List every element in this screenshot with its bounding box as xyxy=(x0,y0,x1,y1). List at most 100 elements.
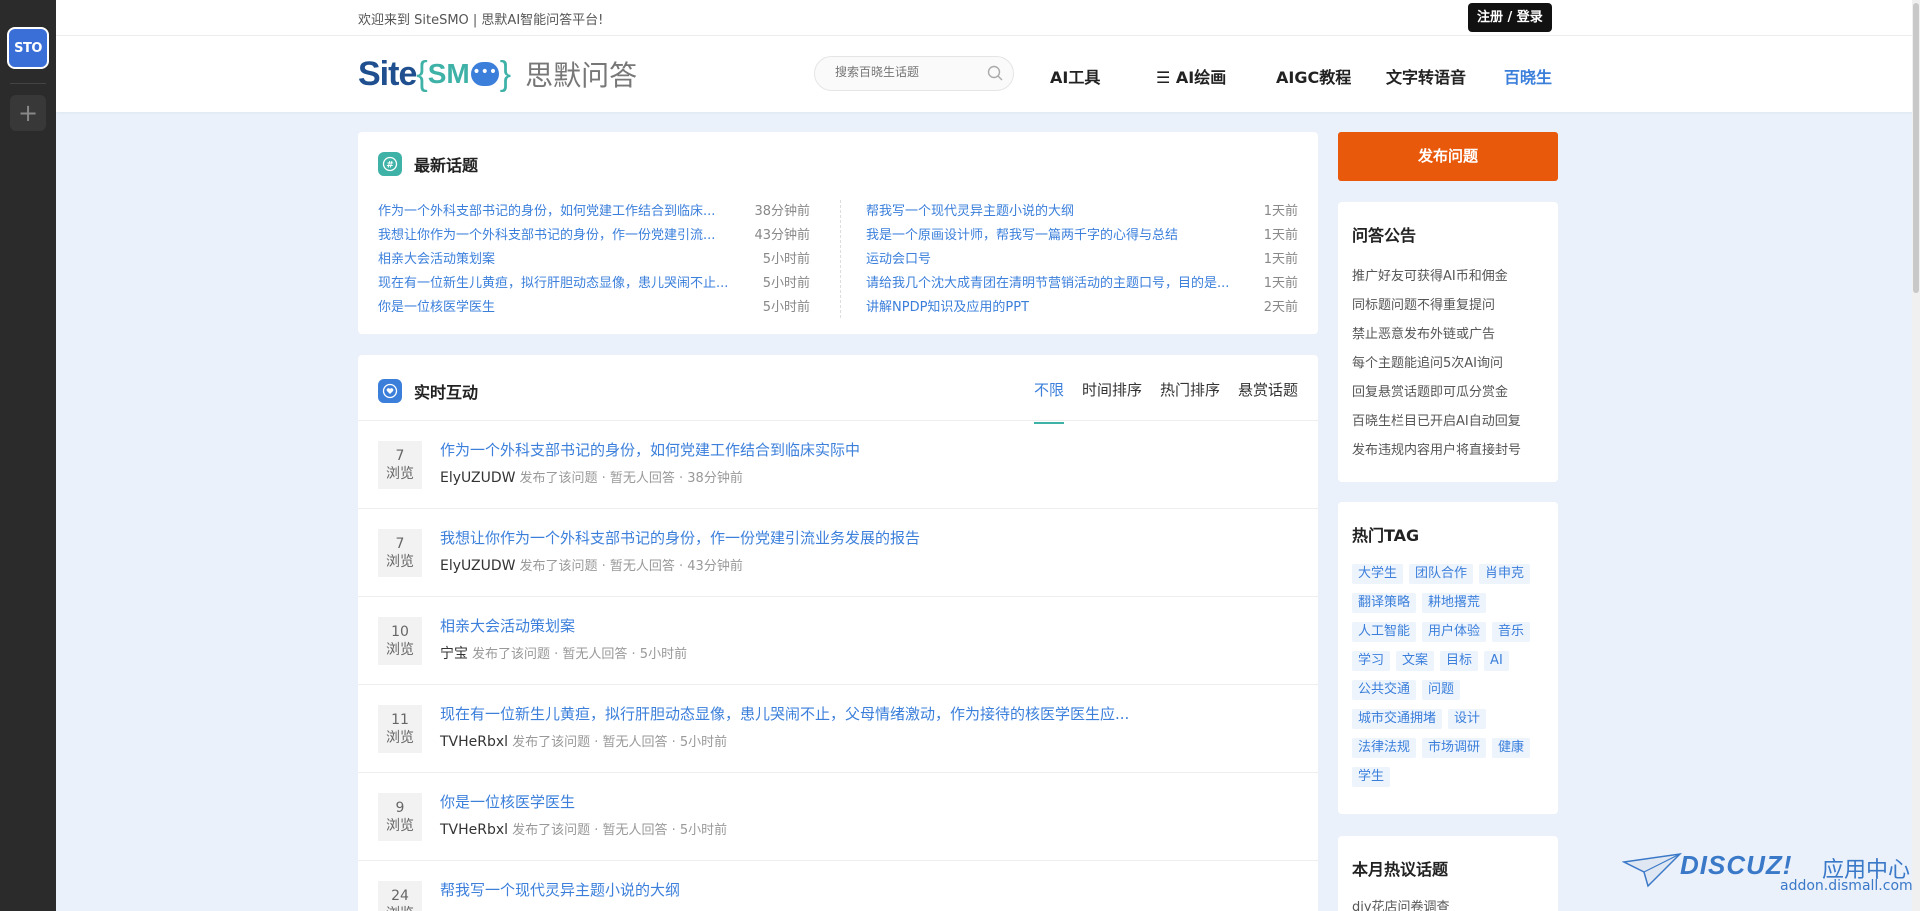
top-bar: 欢迎来到 SiteSMO | 思默AI智能问答平台! 注册 / 登录 xyxy=(56,0,1920,36)
notice-item[interactable]: 回复悬赏话题即可瓜分赏金 xyxy=(1352,378,1521,407)
tag-item[interactable]: 学习 xyxy=(1352,651,1391,671)
monthly-hot-item[interactable]: diy花店问卷调查 xyxy=(1352,896,1450,911)
site-logo[interactable]: Site { SM ••• } 思默问答 xyxy=(358,54,637,94)
question-meta: ElyUZUDW 发布了该问题 · 暂无人回答 · 43分钟前 xyxy=(440,558,743,574)
hash-icon: # xyxy=(378,152,402,176)
topic-link[interactable]: 我是一个原画设计师，帮我写一篇两千字的心得与总结 xyxy=(866,224,1178,248)
question-title[interactable]: 你是一位核医学医生 xyxy=(440,791,575,812)
question-meta: TVHeRbxl 发布了该问题 · 暂无人回答 · 5小时前 xyxy=(440,734,728,750)
topic-link[interactable]: 现在有一位新生儿黄疸，拟行肝胆动态显像，患儿哭闹不止... xyxy=(378,272,728,296)
tag-item[interactable]: 法律法规 xyxy=(1352,738,1417,758)
topic-row[interactable]: 帮我写一个现代灵异主题小说的大纲 1天前 xyxy=(866,200,1298,224)
hot-tag-title: 热门TAG xyxy=(1352,526,1420,545)
question-meta: TVHeRbxl 发布了该问题 · 暂无人回答 · 5小时前 xyxy=(440,822,728,838)
tag-item[interactable]: 大学生 xyxy=(1352,564,1404,584)
dock-app-label: STO xyxy=(14,40,42,56)
welcome-text: 欢迎来到 SiteSMO | 思默AI智能问答平台! xyxy=(358,13,604,28)
plus-icon: + xyxy=(17,99,39,127)
login-register-button[interactable]: 注册 / 登录 xyxy=(1468,3,1552,32)
watermark-url: addon.dismall.com xyxy=(1780,878,1913,894)
question-title[interactable]: 我想让你作为一个外科支部书记的身份，作一份党建引流业务发展的报告 xyxy=(440,527,920,548)
nav-ai-painting[interactable]: ☰ AI绘画 xyxy=(1156,64,1226,88)
tab-all[interactable]: 不限 xyxy=(1033,379,1064,424)
topic-row[interactable]: 讲解NPDP知识及应用的PPT 2天前 xyxy=(866,296,1298,320)
topic-row[interactable]: 我想让你作为一个外科支部书记的身份，作一份党建引流... 43分钟前 xyxy=(378,224,810,248)
notice-item[interactable]: 禁止恶意发布外链或广告 xyxy=(1352,320,1521,349)
question-title[interactable]: 相亲大会活动策划案 xyxy=(440,615,575,636)
notice-item[interactable]: 推广好友可获得AI币和佣金 xyxy=(1352,262,1521,291)
tag-item[interactable]: 健康 xyxy=(1492,738,1531,758)
tag-item[interactable]: 耕地撂荒 xyxy=(1422,593,1487,613)
topic-link[interactable]: 作为一个外科支部书记的身份，如何党建工作结合到临床... xyxy=(378,200,715,224)
question-user[interactable]: TVHeRbxl xyxy=(440,822,508,838)
question-user[interactable]: ElyUZUDW xyxy=(440,558,515,574)
topic-row[interactable]: 你是一位核医学医生 5小时前 xyxy=(378,296,810,320)
search-icon[interactable] xyxy=(987,65,1003,81)
topic-row[interactable]: 我是一个原画设计师，帮我写一篇两千字的心得与总结 1天前 xyxy=(866,224,1298,248)
publish-question-button[interactable]: 发布问题 xyxy=(1338,132,1558,181)
live-interaction-card: 实时互动 不限 时间排序 热门排序 悬赏话题 7 浏览 作为一个外科支部书记的身份… xyxy=(358,355,1318,911)
tag-item[interactable]: 翻译策略 xyxy=(1352,593,1417,613)
view-count: 7 浏览 xyxy=(378,441,422,489)
topic-link[interactable]: 我想让你作为一个外科支部书记的身份，作一份党建引流... xyxy=(378,224,715,248)
nav-baixiaosheng[interactable]: 百晓生 xyxy=(1504,64,1552,88)
topic-row[interactable]: 相亲大会活动策划案 5小时前 xyxy=(378,248,810,272)
topic-time: 38分钟前 xyxy=(754,204,810,219)
topic-row[interactable]: 作为一个外科支部书记的身份，如何党建工作结合到临床... 38分钟前 xyxy=(378,200,810,224)
tag-item[interactable]: 问题 xyxy=(1422,680,1461,700)
dock-app-sto[interactable]: STO xyxy=(7,27,49,69)
tab-bounty[interactable]: 悬赏话题 xyxy=(1238,379,1298,424)
tag-item[interactable]: 肖申克 xyxy=(1479,564,1531,584)
tag-item[interactable]: 市场调研 xyxy=(1422,738,1487,758)
topic-link[interactable]: 帮我写一个现代灵异主题小说的大纲 xyxy=(866,200,1074,224)
tag-item[interactable]: 用户体验 xyxy=(1422,622,1487,642)
question-item: 24浏览 帮我写一个现代灵异主题小说的大纲 xyxy=(358,861,1318,911)
topic-row[interactable]: 请给我几个沈大成青团在清明节营销活动的主题口号，目的是... 1天前 xyxy=(866,272,1298,296)
nav-aigc-tutorial[interactable]: AIGC教程 xyxy=(1276,64,1351,88)
topic-time: 5小时前 xyxy=(762,300,810,315)
tag-item[interactable]: 城市交通拥堵 xyxy=(1352,709,1443,729)
tag-item[interactable]: 学生 xyxy=(1352,767,1391,787)
notice-item[interactable]: 每个主题能追问5次AI询问 xyxy=(1352,349,1521,378)
nav-ai-tools[interactable]: AI工具 xyxy=(1050,64,1100,88)
search-input[interactable] xyxy=(835,65,975,79)
tag-item[interactable]: 公共交通 xyxy=(1352,680,1417,700)
topic-link[interactable]: 你是一位核医学医生 xyxy=(378,296,495,320)
topic-link[interactable]: 相亲大会活动策划案 xyxy=(378,248,495,272)
notice-list: 推广好友可获得AI币和佣金 同标题问题不得重复提问 禁止恶意发布外链或广告 每个… xyxy=(1352,262,1521,465)
topic-link[interactable]: 讲解NPDP知识及应用的PPT xyxy=(866,296,1029,320)
notice-item[interactable]: 同标题问题不得重复提问 xyxy=(1352,291,1521,320)
view-count: 7 浏览 xyxy=(378,529,422,577)
question-list: 7 浏览 作为一个外科支部书记的身份，如何党建工作结合到临床实际中 ElyUZUD… xyxy=(358,420,1318,911)
tag-item[interactable]: 文案 xyxy=(1396,651,1435,671)
tag-item[interactable]: 人工智能 xyxy=(1352,622,1417,642)
question-title[interactable]: 帮我写一个现代灵异主题小说的大纲 xyxy=(440,879,680,900)
site-header: Site { SM ••• } 思默问答 AI工具 ☰ AI绘画 AIGC教程 … xyxy=(56,36,1920,112)
page-scrollbar[interactable] xyxy=(1912,0,1920,911)
view-count: 11 浏览 xyxy=(378,705,422,753)
question-user[interactable]: ElyUZUDW xyxy=(440,470,515,486)
tab-hot-sort[interactable]: 热门排序 xyxy=(1160,379,1220,424)
question-title[interactable]: 作为一个外科支部书记的身份，如何党建工作结合到临床实际中 xyxy=(440,439,860,460)
latest-topics-right: 帮我写一个现代灵异主题小说的大纲 1天前 我是一个原画设计师，帮我写一篇两千字的心… xyxy=(866,200,1298,320)
tag-item[interactable]: 目标 xyxy=(1440,651,1479,671)
tag-item[interactable]: AI xyxy=(1484,651,1509,671)
tag-item[interactable]: 团队合作 xyxy=(1409,564,1474,584)
notice-item[interactable]: 百晓生栏目已开启AI自动回复 xyxy=(1352,407,1521,436)
tab-time-sort[interactable]: 时间排序 xyxy=(1082,379,1142,424)
topic-link[interactable]: 运动会口号 xyxy=(866,248,931,272)
question-title[interactable]: 现在有一位新生儿黄疸，拟行肝胆动态显像，患儿哭闹不止，父母情绪激动，作为接待的核… xyxy=(440,703,1129,724)
scrollbar-thumb[interactable] xyxy=(1913,3,1919,293)
tag-item[interactable]: 音乐 xyxy=(1492,622,1531,642)
question-user[interactable]: 宁宝 xyxy=(440,646,468,662)
question-user[interactable]: TVHeRbxl xyxy=(440,734,508,750)
topic-link[interactable]: 请给我几个沈大成青团在清明节营销活动的主题口号，目的是... xyxy=(866,272,1229,296)
latest-topics-title: 最新话题 xyxy=(414,156,479,175)
notice-item[interactable]: 发布违规内容用户将直接封号 xyxy=(1352,436,1521,465)
dock-add-button[interactable]: + xyxy=(10,95,46,131)
topic-row[interactable]: 运动会口号 1天前 xyxy=(866,248,1298,272)
tag-item[interactable]: 设计 xyxy=(1448,709,1487,729)
nav-text-to-speech[interactable]: 文字转语音 xyxy=(1386,64,1466,88)
latest-topics-left: 作为一个外科支部书记的身份，如何党建工作结合到临床... 38分钟前 我想让你作为… xyxy=(378,200,810,320)
topic-row[interactable]: 现在有一位新生儿黄疸，拟行肝胆动态显像，患儿哭闹不止... 5小时前 xyxy=(378,272,810,296)
